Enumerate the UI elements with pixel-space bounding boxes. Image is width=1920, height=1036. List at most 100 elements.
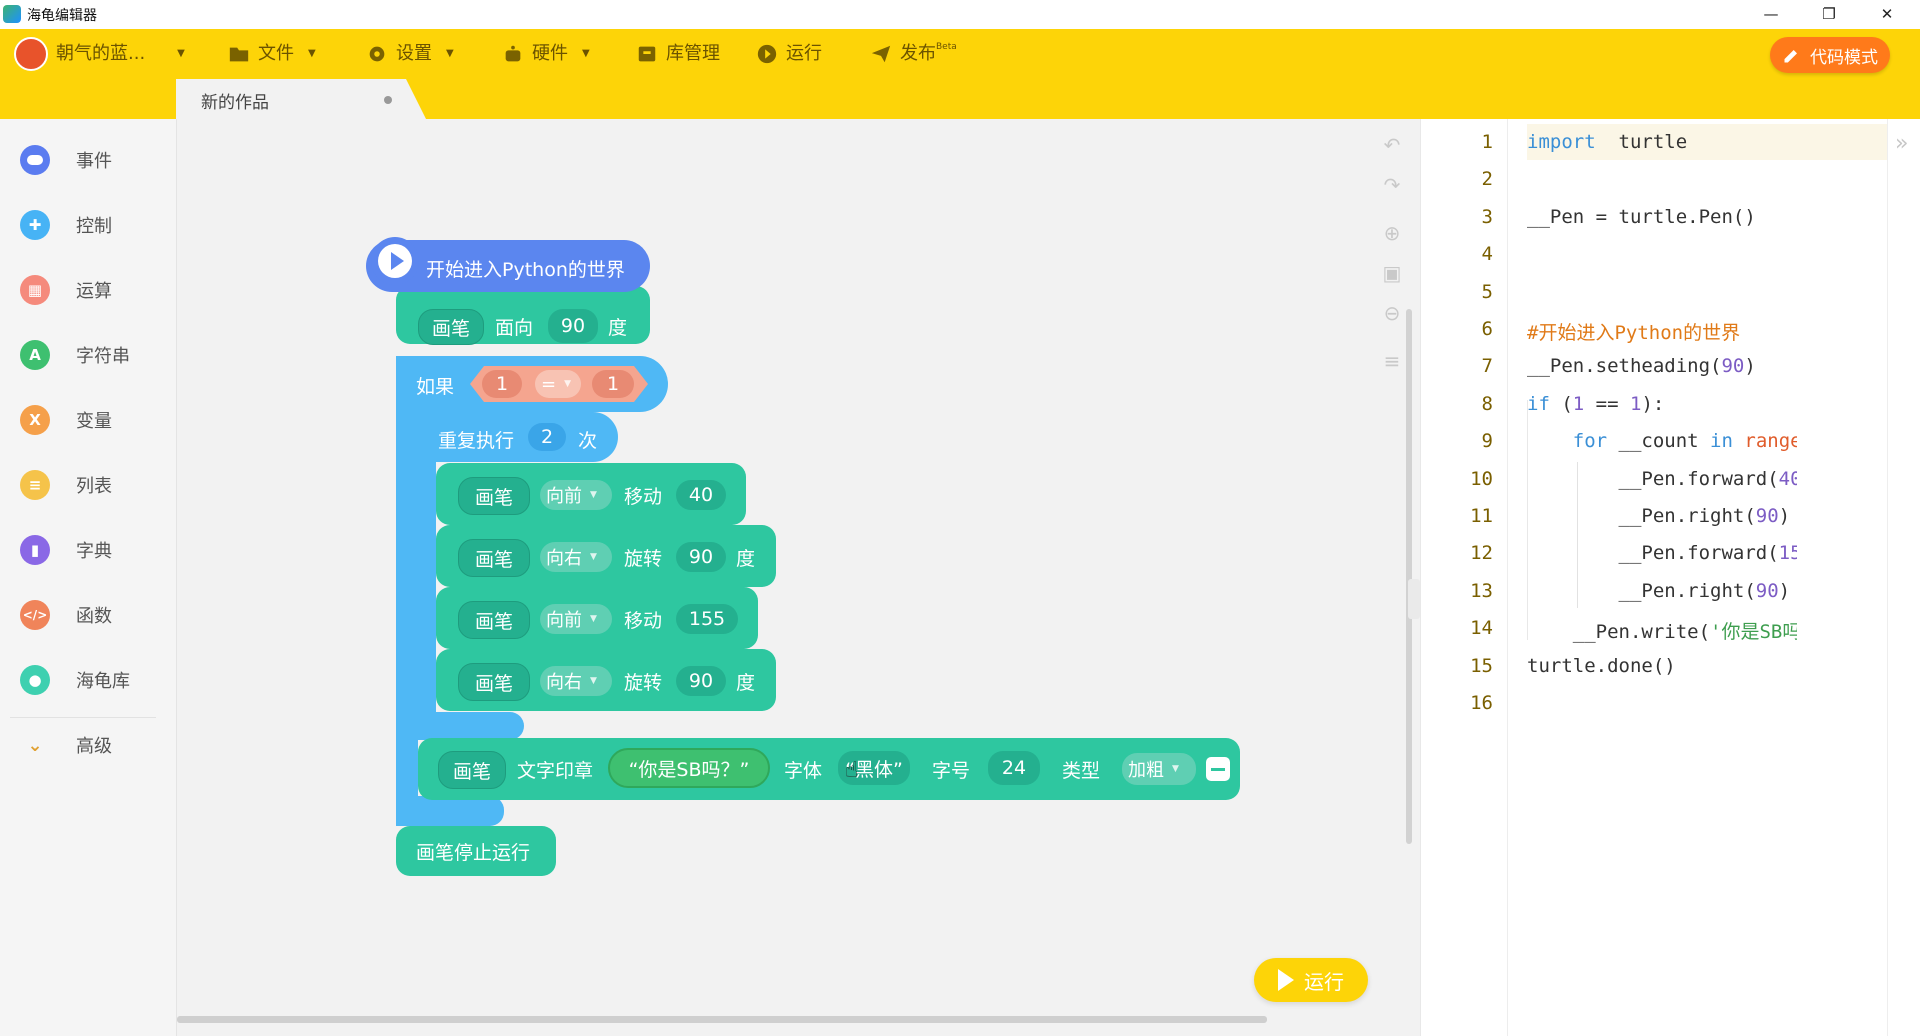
close-button[interactable]: ✕ [1859,0,1915,29]
action-label: 移动 [624,610,663,632]
code-token: ) [1778,580,1791,602]
operator-value: = [541,373,557,395]
direction-dropdown[interactable]: 向右 ▼ [540,542,612,572]
line-number: 13 [1470,580,1493,602]
code-line[interactable]: __Pen.write('你是SB吗？' [1527,617,1797,644]
code-line[interactable]: turtle.done() [1527,655,1676,677]
horizontal-scrollbar[interactable] [177,1016,1267,1023]
undo-icon[interactable]: ↶ [1380,133,1404,157]
angle-input[interactable]: 90 [676,542,726,572]
toolbar-run-button[interactable]: 运行 [756,29,822,79]
code-line[interactable]: __Pen = turtle.Pen() [1527,206,1756,228]
compare-right-input[interactable]: 1 [592,370,634,398]
heading-value-input[interactable]: 90 [548,309,598,343]
code-token: 90 [1755,505,1779,527]
code-token: in [1710,430,1733,452]
restore-button[interactable]: ❐ [1801,0,1857,29]
sidebar-item-advanced[interactable]: ⌄ 高级 [20,725,112,765]
code-line[interactable]: #开始进入Python的世界 [1527,318,1740,345]
sidebar-item-label: 字符串 [76,346,130,367]
size-input[interactable]: 24 [988,751,1040,785]
collapse-minus-icon[interactable] [1206,757,1230,781]
run-button[interactable]: 运行 [1254,958,1368,1002]
panel-resize-handle[interactable] [1408,579,1420,619]
sidebar-item-lists[interactable]: ≡ 列表 [20,465,112,505]
line-number: 1 [1481,131,1493,153]
compare-left-input[interactable]: 1 [482,370,522,398]
sidebar-item-turtle[interactable]: ● 海龟库 [20,660,130,700]
code-line[interactable]: __Pen.forward(40) [1527,468,1798,490]
type-label: 类型 [1062,760,1101,782]
turtle-icon: ● [20,665,50,695]
settings-menu-label: 设置 [396,43,432,64]
pencil-icon [1784,50,1797,63]
user-menu[interactable]: 朝气的蓝... ▼ [14,29,185,79]
code-token: __Pen.setheading( [1527,355,1722,377]
line-number: 10 [1470,468,1493,490]
vertical-scrollbar[interactable] [1406,309,1412,844]
minimize-button[interactable]: — [1743,0,1799,29]
file-menu[interactable]: 文件 ▼ [228,29,316,79]
code-line[interactable]: if (1 == 1): [1527,393,1664,415]
redo-icon[interactable]: ↷ [1380,173,1404,197]
sidebar-item-operators[interactable]: ▦ 运算 [20,270,112,310]
code-line[interactable]: import turtle [1527,131,1687,153]
compare-operator-dropdown[interactable]: = ▼ [535,370,581,398]
code-token: range [1744,430,1797,452]
code-line[interactable]: __Pen.forward(155) [1527,542,1798,564]
direction-dropdown[interactable]: 向前 ▼ [540,604,612,634]
settings-menu[interactable]: 设置 ▼ [366,29,454,79]
play-icon[interactable] [378,244,412,278]
chevron-down-icon: ▼ [308,48,316,59]
cleanup-icon[interactable]: ≡ [1380,349,1404,373]
sidebar-item-functions[interactable]: </> 函数 [20,595,112,635]
zoom-reset-icon[interactable]: ▣ [1380,261,1404,285]
block-workspace[interactable]: ↶ ↷ ⊕ ▣ ⊖ ≡ [177,119,1420,1036]
publish-button[interactable]: 发布 Beta [870,29,957,79]
direction-dropdown[interactable]: 向前 ▼ [540,480,612,510]
hardware-menu[interactable]: 硬件 ▼ [502,29,590,79]
library-manager-button[interactable]: 库管理 [636,29,720,79]
code-line[interactable]: for __count in range(2) [1527,430,1797,452]
toggle-icon [20,145,50,175]
sidebar-item-control[interactable]: ✚ 控制 [20,205,112,245]
stop-label: 画笔停止运行 [416,842,531,864]
heading-face-label: 面向 [495,317,534,339]
type-dropdown[interactable]: 加粗 ▼ [1122,753,1196,785]
sidebar-item-events[interactable]: 事件 [20,140,112,180]
code-mode-button[interactable]: 代码模式 [1770,37,1890,73]
sidebar-item-variables[interactable]: X 变量 [20,400,112,440]
action-label: 旋转 [624,548,663,570]
sidebar-item-strings[interactable]: A 字符串 [20,335,130,375]
sidebar-item-dictionary[interactable]: ▮ 字典 [20,530,112,570]
code-panel[interactable]: » [1408,119,1920,1036]
chevron-down-icon: ▼ [564,379,572,389]
zoom-out-icon[interactable]: ⊖ [1380,301,1404,325]
zoom-in-icon[interactable]: ⊕ [1380,221,1404,245]
distance-input[interactable]: 155 [676,604,738,634]
direction-dropdown[interactable]: 向右 ▼ [540,666,612,696]
line-number: 15 [1470,655,1493,677]
write-text-input[interactable]: “你是SB吗？” [608,748,770,788]
code-token: ( [1549,393,1573,415]
direction-value: 向右 [546,548,582,569]
tab-new-project[interactable]: 新的作品 [176,79,426,119]
if-block-foot [396,796,504,826]
line-number: 7 [1481,355,1493,377]
action-label: 移动 [624,486,663,508]
code-line[interactable]: __Pen.setheading(90) [1527,355,1756,377]
app-logo-icon [3,5,21,23]
distance-input[interactable]: 40 [676,480,726,510]
type-value: 加粗 [1128,760,1164,781]
pen-chip: 画笔 [458,539,530,577]
code-line[interactable]: __Pen.right(90) [1527,580,1791,602]
library-manager-label: 库管理 [666,43,720,64]
code-token: 155 [1778,542,1797,564]
size-label: 字号 [932,760,971,782]
angle-input[interactable]: 90 [676,666,726,696]
code-right-border [1887,119,1888,1036]
panel-collapse-icon[interactable]: » [1895,131,1908,156]
tab-label: 新的作品 [201,93,269,113]
repeat-times-input[interactable]: 2 [528,423,566,451]
code-line[interactable]: __Pen.right(90) [1527,505,1791,527]
